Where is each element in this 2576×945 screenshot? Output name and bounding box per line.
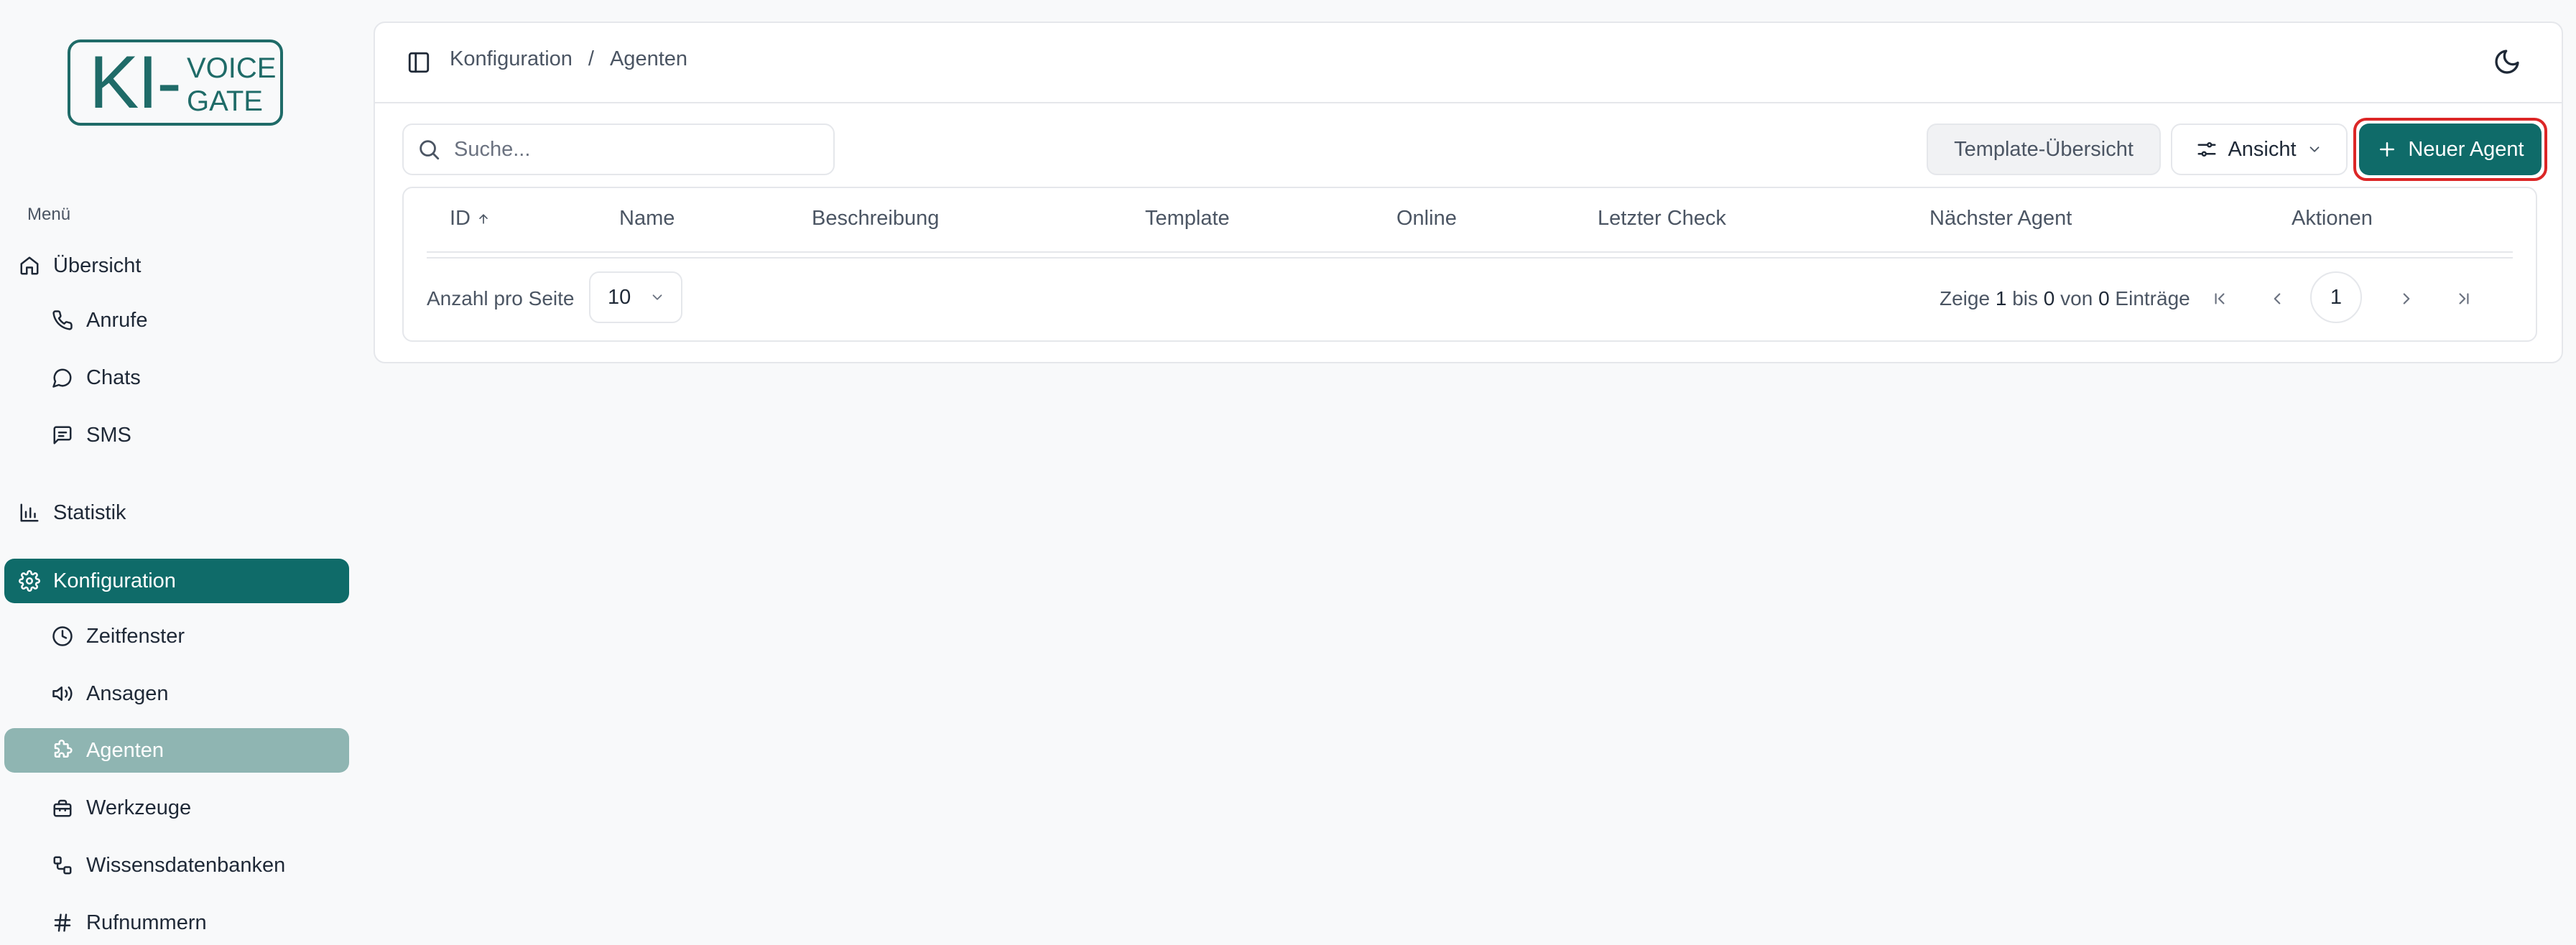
sidebar-item-konfiguration[interactable]: Konfiguration xyxy=(4,559,349,603)
sidebar-item-label: Anrufe xyxy=(86,308,148,332)
column-header-name: Name xyxy=(619,207,675,230)
logo[interactable]: KI- VOICE GATE xyxy=(68,39,283,126)
per-page-value: 10 xyxy=(608,285,631,309)
network-icon xyxy=(52,855,73,876)
search-icon xyxy=(420,140,440,160)
new-agent-button[interactable]: Neuer Agent xyxy=(2359,124,2542,175)
sidebar-item-label: Übersicht xyxy=(53,253,142,277)
sidebar-item-rufnummern[interactable]: Rufnummern xyxy=(4,900,349,945)
home-icon xyxy=(19,255,40,276)
topbar: Konfiguration / Agenten xyxy=(375,23,2562,103)
column-header-id[interactable]: ID xyxy=(450,207,491,231)
view-button[interactable]: Ansicht xyxy=(2171,124,2348,175)
sidebar-item-label: Ansagen xyxy=(86,681,169,705)
next-page-button[interactable] xyxy=(2392,284,2421,313)
sidebar-item-uebersicht[interactable]: Übersicht xyxy=(4,243,349,288)
sidebar-item-label: Werkzeuge xyxy=(86,796,192,819)
puzzle-icon xyxy=(52,740,73,761)
chevron-left-icon xyxy=(2274,293,2281,304)
pagination-bar: Anzahl pro Seite 10 Zeige 1 bis 0 von 0 … xyxy=(427,271,2513,325)
template-overview-button[interactable]: Template-Übersicht xyxy=(1927,124,2161,175)
agents-table: ID Name Beschreibung Template Online Let… xyxy=(402,187,2537,342)
search-input[interactable] xyxy=(453,136,829,162)
sidebar-item-statistik[interactable]: Statistik xyxy=(4,490,349,535)
sort-arrow-up-icon xyxy=(479,213,488,224)
column-header-aktionen: Aktionen xyxy=(2292,207,2373,230)
phone-icon xyxy=(52,309,73,331)
breadcrumb-current: Agenten xyxy=(609,47,688,70)
sidebar-item-label: Konfiguration xyxy=(53,569,176,592)
sidebar-item-ansagen[interactable]: Ansagen xyxy=(4,671,349,716)
chevron-down-icon xyxy=(2309,146,2319,152)
clock-icon xyxy=(52,625,73,647)
sidebar-item-zeitfenster[interactable]: Zeitfenster xyxy=(4,614,349,658)
column-header-letzter-check: Letzter Check xyxy=(1598,207,1726,230)
entries-info: Zeige 1 bis 0 von 0 Einträge xyxy=(1940,287,2190,309)
plus-icon xyxy=(2380,142,2395,157)
sidebar-item-label: Agenten xyxy=(86,738,165,762)
chevron-down-icon xyxy=(652,294,662,300)
view-button-label: Ansicht xyxy=(2228,137,2297,161)
menu-label: Menü xyxy=(27,205,71,224)
toolbox-icon xyxy=(52,797,73,819)
sidebar-item-sms[interactable]: SMS xyxy=(4,413,349,457)
breadcrumb-separator: / xyxy=(588,47,594,70)
main-panel: Konfiguration / Agenten Template-Übersic… xyxy=(374,22,2563,363)
prev-page-button[interactable] xyxy=(2263,284,2292,313)
sidebar-toggle-icon[interactable] xyxy=(407,50,431,75)
logo-main: KI- xyxy=(89,41,182,124)
chevron-right-icon xyxy=(2403,293,2410,304)
sidebar-item-chats[interactable]: Chats xyxy=(4,355,349,400)
sidebar-item-label: SMS xyxy=(86,423,131,447)
sidebar-item-label: Chats xyxy=(86,366,141,389)
message-square-icon xyxy=(52,424,73,446)
first-page-button[interactable] xyxy=(2205,284,2234,313)
sidebar-item-agenten[interactable]: Agenten xyxy=(4,728,349,773)
last-page-button[interactable] xyxy=(2450,284,2478,313)
column-header-naechster-agent: Nächster Agent xyxy=(1929,207,2072,230)
sliders-icon xyxy=(2197,142,2216,157)
hash-icon xyxy=(52,912,73,934)
table-divider xyxy=(427,257,2513,259)
sidebar-item-label: Statistik xyxy=(53,501,126,524)
current-page-button[interactable]: 1 xyxy=(2310,271,2362,323)
new-agent-button-label: Neuer Agent xyxy=(2408,137,2524,161)
table-header: ID Name Beschreibung Template Online Let… xyxy=(427,188,2513,253)
column-header-template: Template xyxy=(1145,207,1230,230)
sidebar-item-werkzeuge[interactable]: Werkzeuge xyxy=(4,786,349,830)
breadcrumb: Konfiguration / Agenten xyxy=(450,47,687,71)
logo-line1: VOICE xyxy=(187,52,277,84)
sidebar-item-anrufe[interactable]: Anrufe xyxy=(4,298,349,343)
gear-icon xyxy=(19,570,40,592)
per-page-select[interactable]: 10 xyxy=(589,271,682,323)
column-header-beschreibung: Beschreibung xyxy=(812,207,940,230)
sidebar-item-label: Zeitfenster xyxy=(86,624,185,648)
moon-icon[interactable] xyxy=(2493,47,2521,76)
sidebar: KI- VOICE GATE Menü Übersicht Anrufe Cha… xyxy=(0,0,359,945)
chat-bubble-icon xyxy=(52,367,73,388)
sidebar-item-label: Rufnummern xyxy=(86,911,207,934)
chevrons-left-icon xyxy=(2215,293,2225,304)
column-header-online: Online xyxy=(1396,207,1457,230)
logo-line2: GATE xyxy=(187,85,263,117)
sidebar-item-wissensdatenbanken[interactable]: Wissensdatenbanken xyxy=(4,843,349,888)
bar-chart-icon xyxy=(19,502,40,523)
chevrons-right-icon xyxy=(2459,293,2469,304)
breadcrumb-parent[interactable]: Konfiguration xyxy=(450,47,573,71)
search-box[interactable] xyxy=(402,124,835,175)
sidebar-item-label: Wissensdatenbanken xyxy=(86,853,286,877)
per-page-label: Anzahl pro Seite xyxy=(427,287,575,309)
speaker-icon xyxy=(52,683,73,704)
